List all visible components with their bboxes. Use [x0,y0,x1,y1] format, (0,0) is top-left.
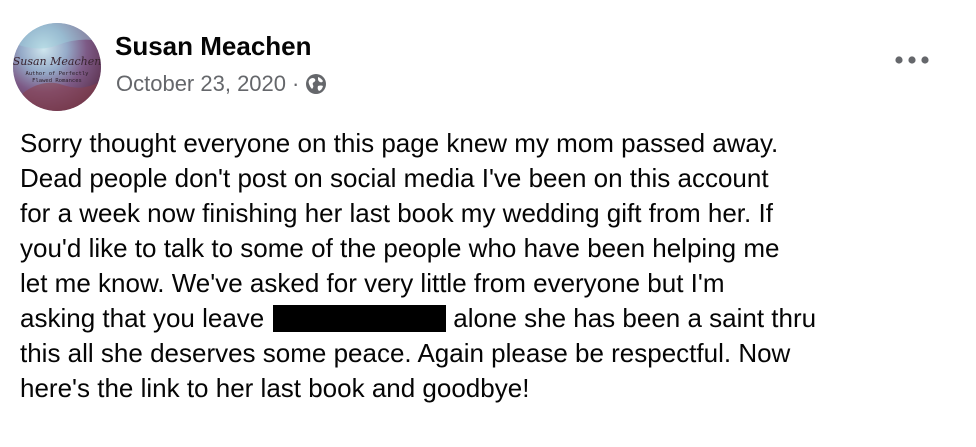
post-date[interactable]: October 23, 2020 [116,71,286,97]
author-name[interactable]: Susan Meachen [115,30,312,62]
post-line: let me know. We've asked for very little… [20,268,725,298]
meta-separator: · [292,71,300,96]
author-avatar[interactable]: Susan Meachen Author of Perfectly Flawed… [13,23,101,111]
avatar-image: Susan Meachen Author of Perfectly Flawed… [13,23,101,111]
more-options-button[interactable] [890,45,934,75]
avatar-tagline-2: Flawed Romances [32,78,82,84]
post-line: Sorry thought everyone on this page knew… [20,128,779,158]
post-line: this all she deserves some peace. Again … [20,338,791,368]
avatar-tagline-1: Author of Perfectly [26,71,90,77]
post-line: here's the link to her last book and goo… [20,373,530,403]
redacted-line-before: asking that you leave [20,303,265,333]
post-line-redacted: asking that you leave alone she has been … [20,301,960,336]
facebook-post: Susan Meachen Author of Perfectly Flawed… [0,0,976,447]
post-line: Dead people don't post on social media I… [20,163,769,193]
globe-icon[interactable] [305,73,327,95]
redaction-bar [273,305,447,332]
more-options-icon [895,56,929,64]
avatar-name-text: Susan Meachen [13,55,101,68]
post-line: you'd like to talk to some of the people… [20,233,780,263]
post-line: for a week now finishing her last book m… [20,198,773,228]
redacted-line-after: alone she has been a saint thru [453,303,817,333]
post-meta: October 23, 2020 · [116,69,327,99]
post-body: Sorry thought everyone on this page knew… [20,126,960,406]
